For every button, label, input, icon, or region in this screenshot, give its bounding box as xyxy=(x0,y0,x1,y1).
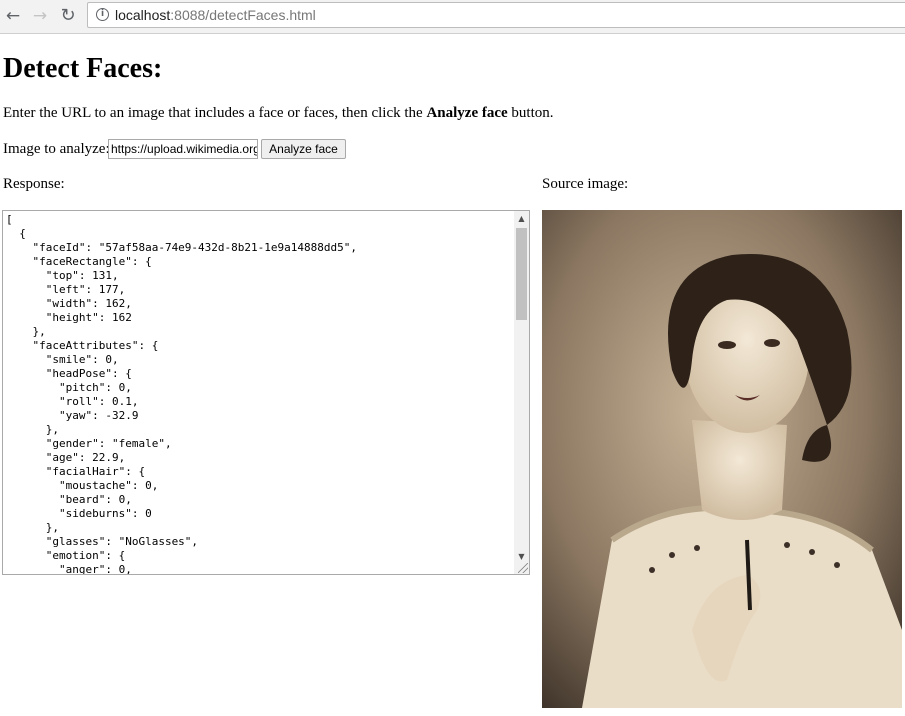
forward-arrow-icon[interactable]: → xyxy=(29,5,51,27)
address-bar[interactable]: i localhost:8088/detectFaces.html xyxy=(87,2,905,28)
analyze-face-button[interactable]: Analyze face xyxy=(261,139,346,159)
url-host: localhost xyxy=(115,7,171,23)
image-url-label: Image to analyze: xyxy=(3,141,110,157)
resize-grip-icon[interactable] xyxy=(518,563,528,573)
scroll-up-arrow-icon[interactable]: ▲ xyxy=(514,211,529,226)
info-icon[interactable]: i xyxy=(96,8,109,21)
response-textarea[interactable]: [ { "faceId": "57af58aa-74e9-432d-8b21-1… xyxy=(2,210,530,575)
portrait-photo xyxy=(542,210,902,708)
response-scrollbar[interactable]: ▲ ▼ xyxy=(514,211,529,574)
instructions-bold: Analyze face xyxy=(426,105,508,121)
image-url-input[interactable]: https://upload.wikimedia.org xyxy=(108,139,258,159)
instructions-after: button. xyxy=(507,105,554,121)
reload-icon[interactable]: ↻ xyxy=(57,5,79,27)
response-json-text: [ { "faceId": "57af58aa-74e9-432d-8b21-1… xyxy=(6,213,357,575)
source-image-label: Source image: xyxy=(542,176,629,192)
back-arrow-icon[interactable]: ← xyxy=(2,5,24,27)
instructions-text: Enter the URL to an image that includes … xyxy=(3,105,554,122)
response-label: Response: xyxy=(3,176,65,192)
url-port-path: :8088/detectFaces.html xyxy=(170,7,316,23)
address-url[interactable]: localhost:8088/detectFaces.html xyxy=(115,7,316,23)
instructions-before: Enter the URL to an image that includes … xyxy=(3,105,427,121)
scroll-down-arrow-icon[interactable]: ▼ xyxy=(514,549,529,564)
source-image xyxy=(542,210,902,708)
scroll-thumb[interactable] xyxy=(516,228,527,320)
page-title: Detect Faces: xyxy=(3,53,163,84)
browser-toolbar: ← → ↻ i localhost:8088/detectFaces.html xyxy=(0,0,905,34)
